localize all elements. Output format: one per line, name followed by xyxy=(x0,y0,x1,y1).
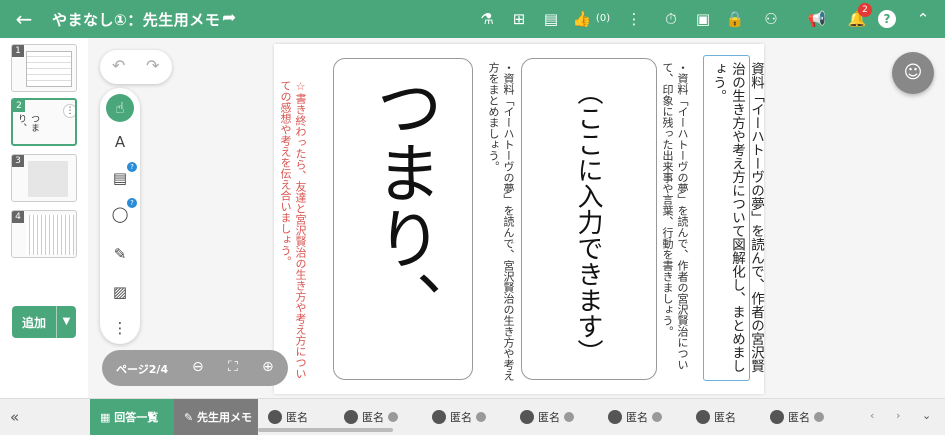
thumbnail-preview xyxy=(26,51,72,87)
answer-box-1[interactable]: （ここに入力できます） xyxy=(521,58,657,380)
check-icon xyxy=(652,412,662,422)
notification-badge: 2 xyxy=(858,3,872,17)
page-indicator: ページ2/4 xyxy=(116,363,169,376)
image-icon[interactable]: ▨ xyxy=(106,278,134,306)
help-badge-icon: ? xyxy=(127,162,137,172)
check-icon xyxy=(814,412,824,422)
flask-icon[interactable]: ⚗ xyxy=(476,8,498,30)
check-icon xyxy=(388,412,398,422)
thumbnail-text: つまり、 xyxy=(16,114,39,132)
thumbnail-page-4[interactable]: 4 xyxy=(11,210,77,258)
hierarchy-icon[interactable]: ⊞ xyxy=(508,8,530,30)
thumbnail-preview xyxy=(26,215,74,255)
more-vertical-icon[interactable]: ⋮ xyxy=(623,8,645,30)
student-item[interactable]: 匿名 xyxy=(432,409,486,425)
material-box[interactable]: 資料「イーハトーヴの夢」を読んで、作者の宮沢賢治の生き方や考え方について図解化し… xyxy=(703,55,764,381)
caret-down-icon[interactable]: ▼ xyxy=(56,306,76,338)
like-count: (0) xyxy=(595,13,611,24)
megaphone-icon[interactable]: 📢 xyxy=(806,8,828,30)
page-thumbnails: 1 2 つまり、 ⋮ 3 4 追加 ▼ xyxy=(0,38,88,398)
avatar-icon xyxy=(432,410,446,424)
thumbnail-number: 2 xyxy=(13,100,25,112)
chevron-up-double-icon[interactable]: ⌃ xyxy=(912,8,934,30)
thumbnail-number: 4 xyxy=(12,211,24,223)
back-arrow-icon[interactable]: ← xyxy=(12,7,36,31)
screen-share-icon[interactable]: ▣ xyxy=(692,8,714,30)
teacher-memo-label: 先生用メモ xyxy=(197,411,253,424)
help-icon[interactable]: ? xyxy=(878,10,896,28)
chevron-down-double-icon[interactable]: ⌄ xyxy=(922,409,931,422)
page-navigator: ページ2/4 ⊖ ⛶ ⊕ xyxy=(102,350,288,386)
page-title: やまなし①：先生用メモ xyxy=(52,11,221,29)
more-vertical-icon[interactable]: ⋮ xyxy=(63,104,75,118)
student-item[interactable]: 匿名 xyxy=(608,409,662,425)
answer-list-tab[interactable]: ▦ 回答一覧 xyxy=(90,399,174,435)
pointer-icon[interactable]: ☝ xyxy=(106,94,134,122)
answer-box-2[interactable]: つまり、 xyxy=(333,58,473,380)
avatar-icon xyxy=(608,410,622,424)
add-label: 追加 xyxy=(22,316,47,330)
thumbnail-number: 3 xyxy=(12,155,24,167)
instruction-summary: ・資料「イーハトーヴの夢」を読んで、宮沢賢治の生き方や考え方をまとめましょう。 xyxy=(487,62,515,381)
thumbnail-number: 1 xyxy=(12,45,24,57)
lock-icon[interactable]: 🔒 xyxy=(724,8,746,30)
timer-icon[interactable]: ⏱ xyxy=(660,8,682,30)
student-item[interactable]: 匿名 xyxy=(268,409,308,425)
collapse-left-icon[interactable]: « xyxy=(10,408,19,426)
placeholder-text: （ここに入力できます） xyxy=(573,79,603,365)
thumbnail-page-3[interactable]: 3 xyxy=(11,154,77,202)
student-item[interactable]: 匿名 xyxy=(344,409,398,425)
thumbnail-preview xyxy=(28,161,68,197)
share-icon[interactable]: ➦ xyxy=(222,8,236,28)
student-item[interactable]: 匿名 xyxy=(520,409,574,425)
sticky-note-icon[interactable]: ▤? xyxy=(106,162,137,192)
teacher-memo-tab[interactable]: ✎ 先生用メモ xyxy=(174,399,258,435)
material-text: 資料「イーハトーヴの夢」を読んで、作者の宮沢賢治の生き方や考え方について図解化し… xyxy=(710,62,764,373)
undo-icon[interactable]: ↶ xyxy=(112,56,125,75)
avatar-icon xyxy=(344,410,358,424)
check-icon xyxy=(564,412,574,422)
thumbnail-page-2[interactable]: 2 つまり、 ⋮ xyxy=(11,98,77,146)
big-answer-text: つまり、 xyxy=(365,73,442,337)
avatar-icon xyxy=(520,410,534,424)
answer-list-label: 回答一覧 xyxy=(114,411,159,424)
instruction-impression: ・資料「イーハトーヴの夢」を読んで、作者の宮沢賢治について、印象に残った出来事や… xyxy=(661,62,689,370)
undo-redo-bar: ↶ ↷ xyxy=(100,50,172,84)
pen-icon[interactable]: ✎ xyxy=(106,240,134,268)
pair-icon[interactable]: ⚇ xyxy=(756,8,786,30)
horizontal-scrollbar[interactable] xyxy=(258,428,393,432)
avatar-icon xyxy=(696,410,710,424)
comment-icon[interactable]: ▤ xyxy=(540,8,562,30)
top-bar: ← やまなし①：先生用メモ ➦ ⚗ ⊞ ▤ 👍 (0) ⋮ ⏱ ▣ 🔒 ⚇ 📢 … xyxy=(0,0,945,38)
bottom-bar: « ▦ 回答一覧 ✎ 先生用メモ 匿名 匿名 匿名 匿名 匿名 匿名 匿名 ‹ … xyxy=(0,398,945,435)
avatar-icon xyxy=(770,410,784,424)
tool-palette: ☝ A ▤? ◯? ✎ ▨ ⋮ xyxy=(100,88,140,344)
more-vertical-icon[interactable]: ⋮ xyxy=(106,314,134,342)
text-icon[interactable]: A xyxy=(106,128,134,156)
thumbs-up-icon[interactable]: 👍 xyxy=(572,8,592,30)
add-page-button[interactable]: 追加 ▼ xyxy=(12,306,76,338)
zoom-out-icon[interactable]: ⊖ xyxy=(192,359,204,375)
avatar-icon xyxy=(268,410,282,424)
help-badge-icon: ? xyxy=(127,198,137,208)
thumbnail-page-1[interactable]: 1 xyxy=(11,44,77,92)
student-item[interactable]: 匿名 xyxy=(696,409,736,425)
share-instruction: ☆書き終わったら、友達と宮沢賢治の生き方や考え方についての感想や考えを伝え合いま… xyxy=(279,80,307,379)
view-mode-icon[interactable]: ☺ xyxy=(892,52,934,94)
redo-icon[interactable]: ↷ xyxy=(146,56,159,75)
scroll-left-icon[interactable]: ‹ xyxy=(870,409,874,422)
fit-screen-icon[interactable]: ⛶ xyxy=(228,359,238,375)
scroll-right-icon[interactable]: › xyxy=(896,409,900,422)
shape-icon[interactable]: ◯? xyxy=(106,198,137,228)
zoom-in-icon[interactable]: ⊕ xyxy=(262,359,274,375)
student-item[interactable]: 匿名 xyxy=(770,409,824,425)
check-icon xyxy=(476,412,486,422)
